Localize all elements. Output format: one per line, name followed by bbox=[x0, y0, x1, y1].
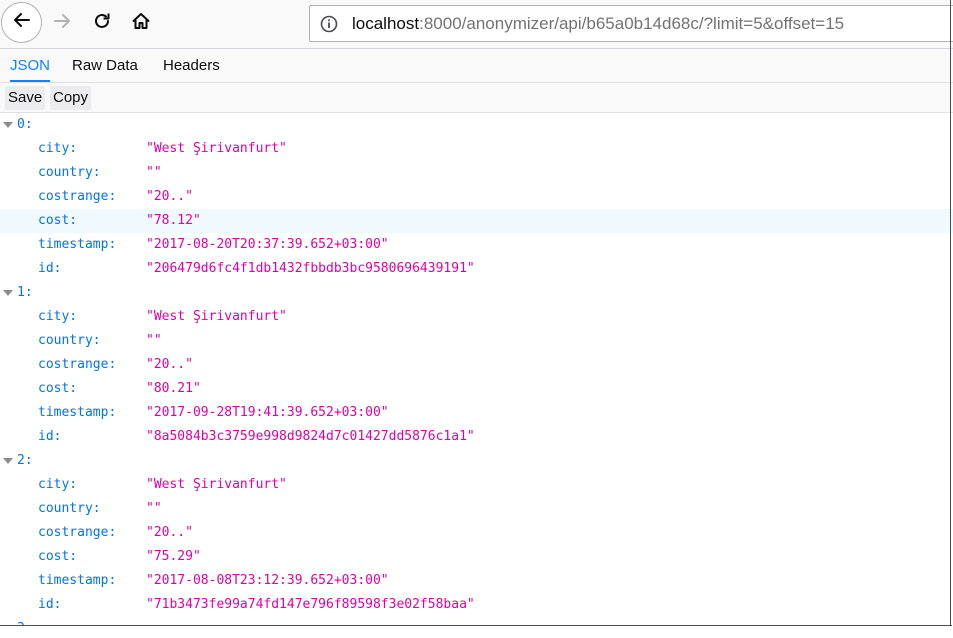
record-row[interactable]: 1: bbox=[0, 281, 953, 305]
record-row[interactable]: 0: bbox=[0, 113, 953, 137]
expand-triangle-icon[interactable] bbox=[3, 290, 13, 296]
field-value: "" bbox=[146, 165, 162, 180]
field-row[interactable]: timestamp: "2017-08-20T20:37:39.652+03:00… bbox=[0, 233, 953, 257]
url-path: :8000/anonymizer/api/b65a0b14d68c/?limit… bbox=[419, 13, 845, 33]
record-index: 0: bbox=[17, 117, 33, 132]
desktop-strip bbox=[0, 626, 953, 638]
field-value: "8a5084b3c3759e998d9824d7c01427dd5876c1a… bbox=[146, 429, 475, 444]
field-key: cost: bbox=[38, 213, 78, 228]
forward-arrow-icon bbox=[52, 11, 72, 36]
field-key: city: bbox=[38, 309, 78, 324]
reload-icon bbox=[92, 11, 112, 36]
field-row[interactable]: cost: "78.12" bbox=[0, 209, 953, 233]
field-key: id: bbox=[38, 429, 62, 444]
field-row[interactable]: costrange: "20.." bbox=[0, 521, 953, 545]
field-key: timestamp: bbox=[38, 405, 117, 420]
field-value: "2017-09-28T19:41:39.652+03:00" bbox=[146, 405, 389, 420]
field-key: costrange: bbox=[38, 525, 117, 540]
back-button[interactable] bbox=[1, 2, 42, 43]
field-value: "206479d6fc4f1db1432fbbdb3bc958069643919… bbox=[146, 261, 475, 276]
field-row[interactable]: timestamp: "2017-09-28T19:41:39.652+03:00… bbox=[0, 401, 953, 425]
field-value: "20.." bbox=[146, 189, 193, 204]
field-key: costrange: bbox=[38, 357, 117, 372]
forward-button[interactable] bbox=[42, 3, 82, 43]
field-key: id: bbox=[38, 597, 62, 612]
field-key: id: bbox=[38, 261, 62, 276]
save-button[interactable]: Save bbox=[5, 86, 46, 110]
tab-raw-data[interactable]: Raw Data bbox=[72, 49, 138, 82]
url-text[interactable]: localhost:8000/anonymizer/api/b65a0b14d6… bbox=[352, 14, 844, 34]
window-border-right bbox=[950, 0, 951, 626]
field-row[interactable]: costrange: "20.." bbox=[0, 353, 953, 377]
tab-headers[interactable]: Headers bbox=[163, 49, 220, 82]
field-value: "2017-08-20T20:37:39.652+03:00" bbox=[146, 237, 389, 252]
field-key: country: bbox=[38, 333, 101, 348]
field-row[interactable]: country: "" bbox=[0, 497, 953, 521]
field-value: "20.." bbox=[146, 525, 193, 540]
field-value: "West Şirivanfurt" bbox=[146, 141, 287, 156]
field-row[interactable]: id: "71b3473fe99a74fd147e796f89598f3e02f5… bbox=[0, 593, 953, 617]
field-row[interactable]: cost: "80.21" bbox=[0, 377, 953, 401]
field-row[interactable]: id: "8a5084b3c3759e998d9824d7c01427dd5876… bbox=[0, 425, 953, 449]
json-toolbar: Save Copy bbox=[0, 83, 953, 113]
field-value: "80.21" bbox=[146, 381, 201, 396]
field-value: "71b3473fe99a74fd147e796f89598f3e02f58ba… bbox=[146, 597, 475, 612]
home-button[interactable] bbox=[121, 3, 161, 43]
field-key: timestamp: bbox=[38, 237, 117, 252]
record-index: 2: bbox=[17, 453, 33, 468]
field-key: cost: bbox=[38, 549, 78, 564]
field-key: city: bbox=[38, 141, 78, 156]
url-bar[interactable]: localhost:8000/anonymizer/api/b65a0b14d6… bbox=[309, 5, 953, 42]
field-value: "West Şirivanfurt" bbox=[146, 309, 287, 324]
field-row[interactable]: cost: "75.29" bbox=[0, 545, 953, 569]
field-row[interactable]: country: "" bbox=[0, 329, 953, 353]
reload-button[interactable] bbox=[82, 3, 122, 43]
field-row[interactable]: country: "" bbox=[0, 161, 953, 185]
field-value: "2017-08-08T23:12:39.652+03:00" bbox=[146, 573, 389, 588]
field-key: city: bbox=[38, 477, 78, 492]
field-row[interactable]: city: "West Şirivanfurt" bbox=[0, 473, 953, 497]
tab-json[interactable]: JSON bbox=[10, 49, 51, 82]
field-value: "" bbox=[146, 501, 162, 516]
field-row[interactable]: costrange: "20.." bbox=[0, 185, 953, 209]
field-value: "20.." bbox=[146, 357, 193, 372]
expand-triangle-icon[interactable] bbox=[3, 458, 13, 464]
browser-navbar: localhost:8000/anonymizer/api/b65a0b14d6… bbox=[0, 0, 953, 49]
home-icon bbox=[131, 11, 151, 36]
record-row[interactable]: 2: bbox=[0, 449, 953, 473]
field-value: "75.29" bbox=[146, 549, 201, 564]
back-arrow-icon bbox=[12, 10, 32, 35]
field-key: costrange: bbox=[38, 189, 117, 204]
json-tree: 0: city: "West Şirivanfurt" country: "" costr… bbox=[0, 113, 953, 638]
field-value: "West Şirivanfurt" bbox=[146, 477, 287, 492]
field-value: "" bbox=[146, 333, 162, 348]
info-circle-icon[interactable] bbox=[319, 14, 339, 34]
field-key: country: bbox=[38, 501, 101, 516]
field-row[interactable]: id: "206479d6fc4f1db1432fbbdb3bc958069643… bbox=[0, 257, 953, 281]
url-host: localhost bbox=[352, 13, 420, 33]
field-value: "78.12" bbox=[146, 213, 201, 228]
viewer-tabs: JSON Raw Data Headers bbox=[0, 49, 953, 83]
field-key: country: bbox=[38, 165, 101, 180]
field-key: cost: bbox=[38, 381, 78, 396]
field-row[interactable]: city: "West Şirivanfurt" bbox=[0, 305, 953, 329]
field-row[interactable]: city: "West Şirivanfurt" bbox=[0, 137, 953, 161]
copy-button[interactable]: Copy bbox=[50, 86, 92, 110]
expand-triangle-icon[interactable] bbox=[3, 122, 13, 128]
field-row[interactable]: timestamp: "2017-08-08T23:12:39.652+03:00… bbox=[0, 569, 953, 593]
field-key: timestamp: bbox=[38, 573, 117, 588]
record-index: 1: bbox=[17, 285, 33, 300]
